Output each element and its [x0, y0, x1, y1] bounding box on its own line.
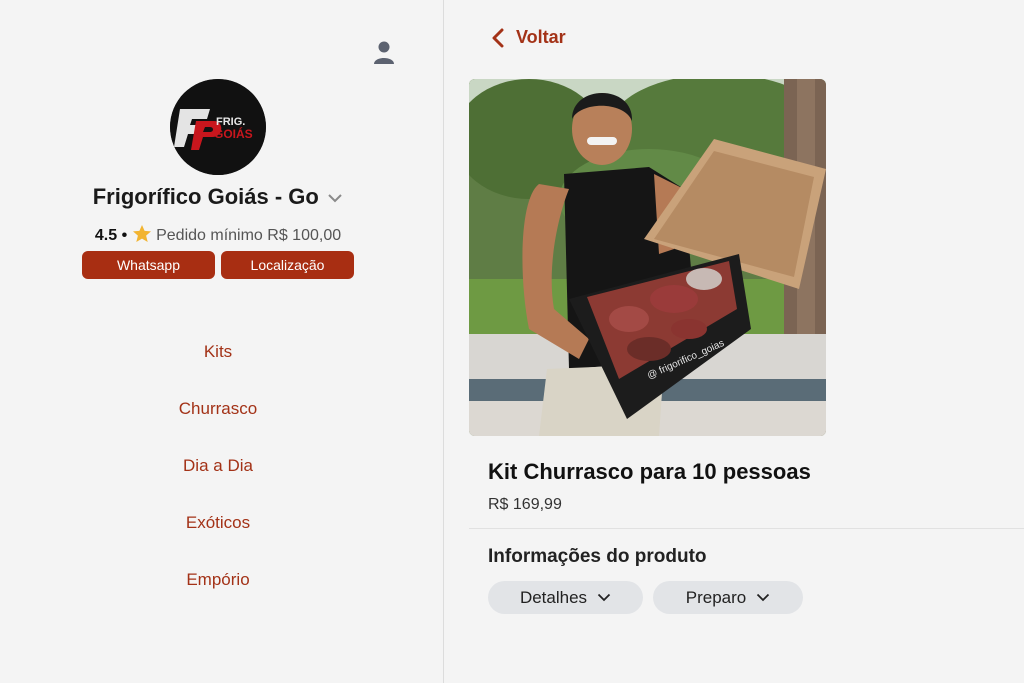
divider — [469, 528, 1024, 529]
category-item-churrasco[interactable]: Churrasco — [0, 397, 436, 454]
category-item-emporio[interactable]: Empório — [0, 568, 436, 625]
store-logo: FRIG. GOIÁS — [170, 79, 266, 175]
store-rating: 4.5 — [94, 227, 118, 244]
minimum-order: Pedido mínimo R$ 100,00 — [156, 227, 342, 244]
star-icon — [132, 225, 151, 242]
category-item-exoticos[interactable]: Exóticos — [0, 511, 436, 568]
logo-text-bottom: GOIÁS — [214, 126, 253, 141]
chevron-left-icon — [492, 28, 504, 47]
category-item-dia-a-dia[interactable]: Dia a Dia — [0, 454, 436, 511]
product-info-heading: Informações do produto — [488, 546, 707, 567]
back-button[interactable]: Voltar — [492, 27, 566, 48]
preparation-dropdown[interactable]: Preparo — [653, 581, 803, 614]
product-price: R$ 169,99 — [488, 496, 562, 513]
whatsapp-button[interactable]: Whatsapp — [82, 251, 215, 279]
product-title: Kit Churrasco para 10 pessoas — [488, 459, 811, 484]
product-image: @ frigorifico_goias — [469, 79, 826, 436]
store-name: Frigorífico Goiás - Go — [92, 184, 319, 209]
meta-separator: • — [121, 227, 128, 244]
chevron-down-icon — [757, 593, 770, 602]
store-actions: Whatsapp Localização — [82, 251, 354, 279]
back-label: Voltar — [516, 27, 566, 47]
details-dropdown[interactable]: Detalhes — [488, 581, 643, 614]
store-meta: 4.5 • Pedido mínimo R$ 100,00 — [0, 224, 436, 245]
chevron-down-icon — [597, 593, 611, 602]
user-account-button[interactable] — [372, 40, 396, 66]
store-name-row[interactable]: Frigorífico Goiás - Go — [0, 184, 436, 210]
category-list: Kits Churrasco Dia a Dia Exóticos Empóri… — [0, 340, 436, 625]
preparation-label: Preparo — [685, 587, 747, 607]
product-info-tabs: Detalhes Preparo — [488, 581, 803, 614]
category-item-kits[interactable]: Kits — [0, 340, 436, 397]
chevron-down-icon[interactable] — [327, 193, 343, 203]
store-sidebar: FRIG. GOIÁS Frigorífico Goiás - Go 4.5 •… — [0, 0, 444, 683]
location-button[interactable]: Localização — [221, 251, 354, 279]
user-icon — [374, 41, 394, 64]
details-label: Detalhes — [519, 587, 588, 607]
